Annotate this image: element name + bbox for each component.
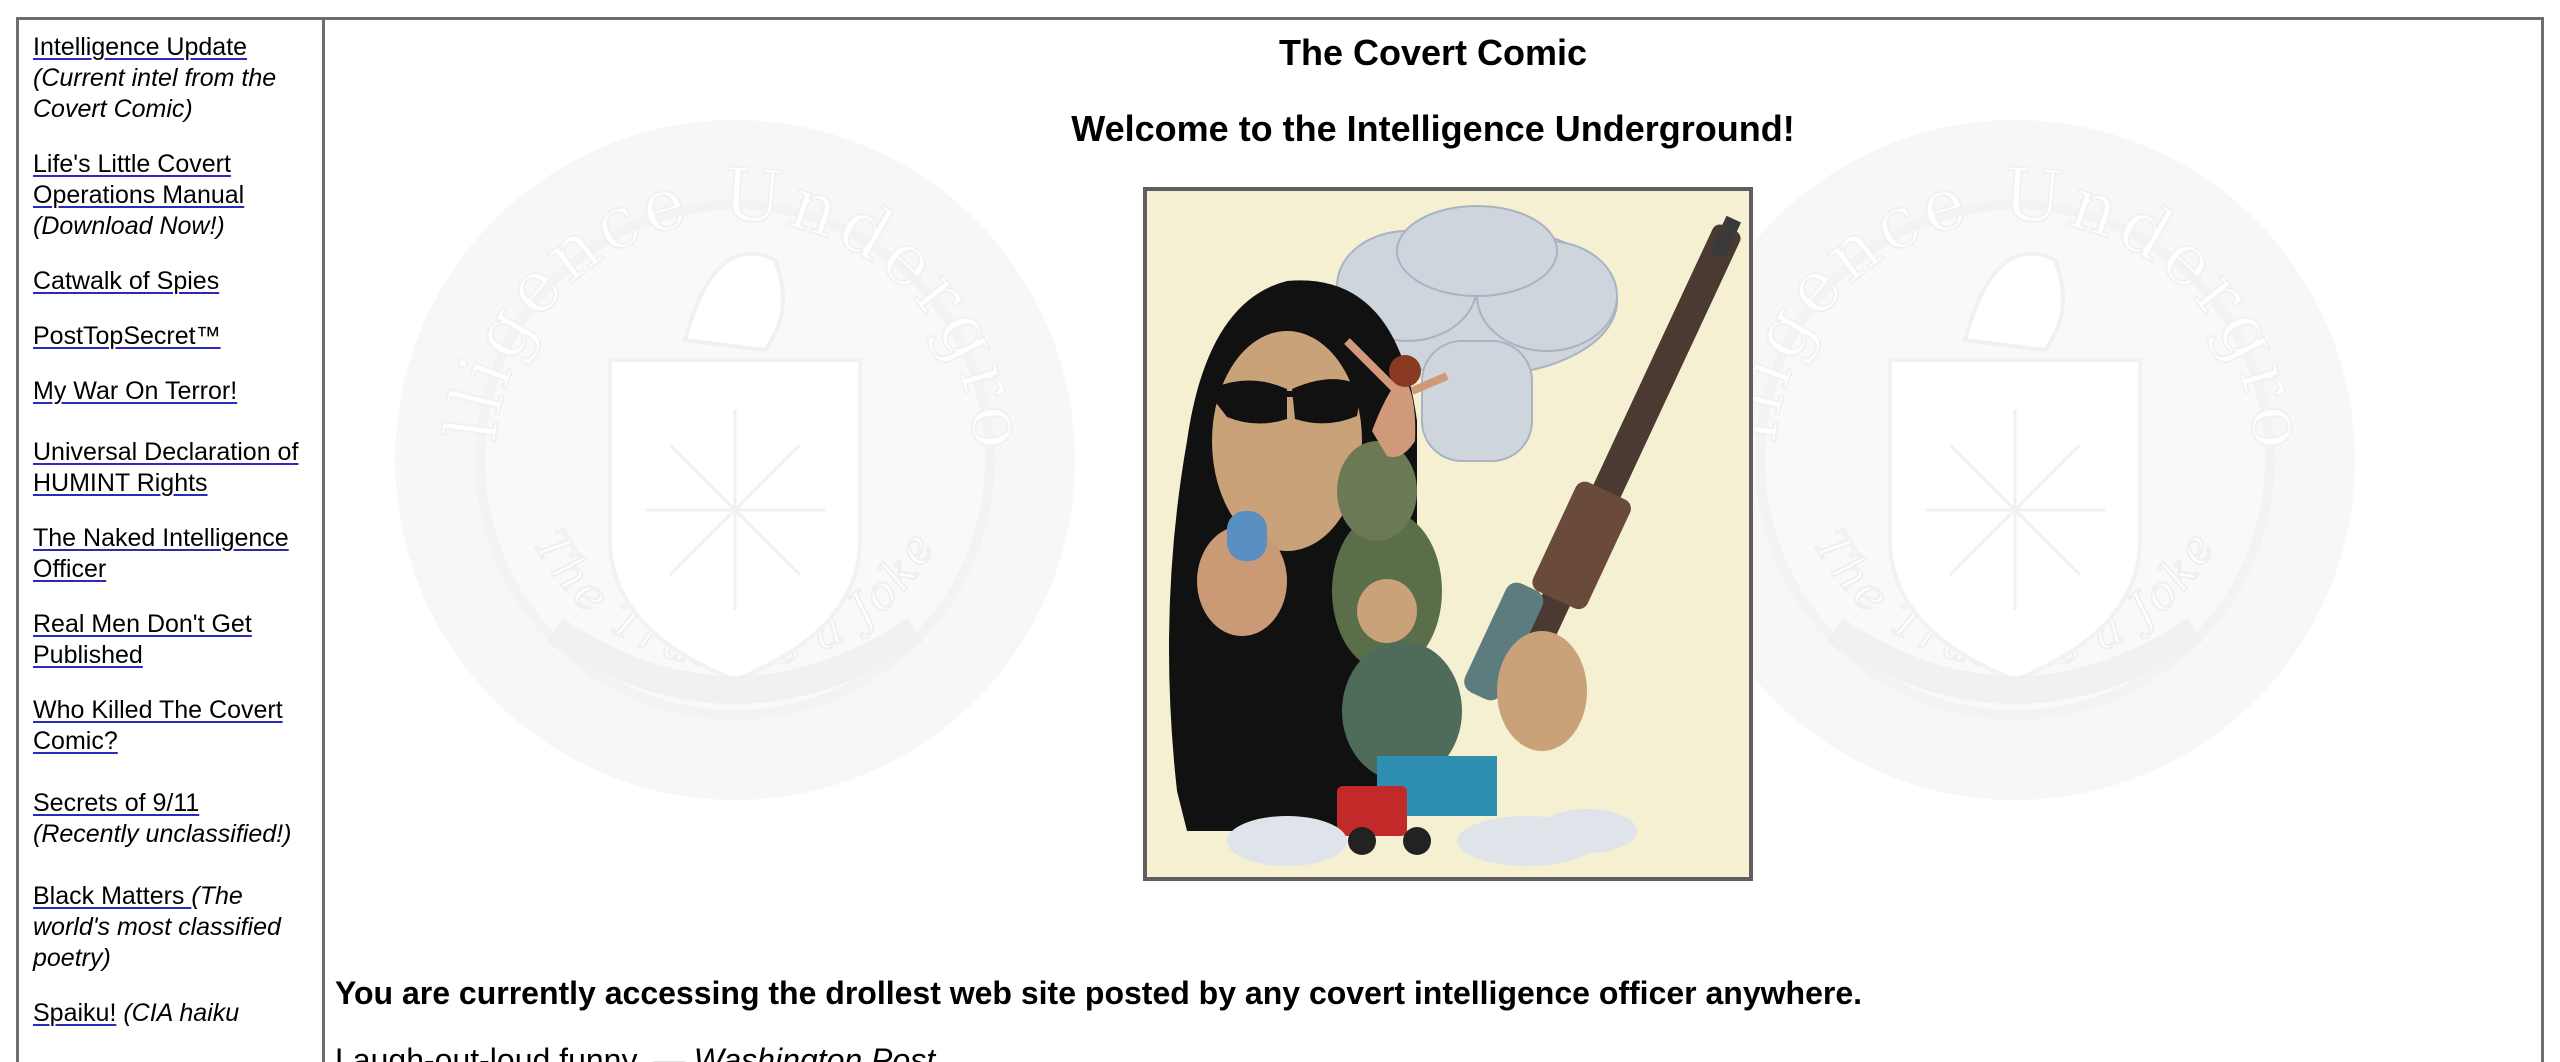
- welcome-heading: Welcome to the Intelligence Underground!: [1071, 108, 1795, 149]
- cia-seal-icon: Intelligence Underground The Truth is a …: [1665, 110, 2355, 800]
- sidebar-item-secrets-of-911: Secrets of 9/11 (Recently unclassified!): [33, 788, 318, 850]
- sidebar-link-war-on-terror[interactable]: My War On Terror!: [33, 377, 237, 405]
- sidebar-item-who-killed: Who Killed The Covert Comic?: [33, 695, 318, 757]
- main-content: Intelligence Underground The Truth is a …: [325, 20, 2541, 1062]
- sidebar-item-catwalk-of-spies: Catwalk of Spies: [33, 266, 318, 297]
- sidebar-link-catwalk-of-spies[interactable]: Catwalk of Spies: [33, 267, 219, 295]
- sidebar-nav: Intelligence Update (Current intel from …: [19, 20, 325, 1062]
- spy-collage-illustration: [1169, 205, 1742, 866]
- hero-image: [1143, 187, 1753, 881]
- site-tagline: You are currently accessing the drollest…: [335, 975, 1863, 1011]
- sidebar-item-black-matters: Black Matters (The world's most classifi…: [33, 881, 318, 974]
- sidebar-item-posttopsecret: PostTopSecret™: [33, 321, 318, 352]
- sidebar-note: (Download Now!): [33, 212, 225, 240]
- page-frame: Intelligence Update (Current intel from …: [16, 17, 2544, 1062]
- sidebar-note: (Current intel from the Covert Comic): [33, 64, 277, 123]
- sidebar-link-secrets-of-911[interactable]: Secrets of 9/11: [33, 789, 199, 817]
- sidebar-link-humint-rights[interactable]: Universal Declaration of HUMINT Rights: [33, 438, 298, 497]
- sidebar-note: (Recently unclassified!): [33, 820, 292, 848]
- sidebar-note: (CIA haiku: [123, 999, 240, 1027]
- sidebar-item-spaiku: Spaiku! (CIA haiku: [33, 998, 318, 1029]
- sidebar-item-operations-manual: Life's Little Covert Operations Manual (…: [33, 149, 318, 242]
- sidebar-item-humint-rights: Universal Declaration of HUMINT Rights: [33, 437, 318, 499]
- cia-seal-icon: Intelligence Underground The Truth is a …: [385, 110, 1075, 800]
- press-quote: Laugh-out-loud funny. — Washington Post: [335, 1040, 935, 1062]
- sidebar-item-naked-intelligence-officer: The Naked Intelligence Officer: [33, 523, 318, 585]
- quote-text: Laugh-out-loud funny. —: [335, 1042, 694, 1062]
- sidebar-link-black-matters[interactable]: Black Matters: [33, 882, 191, 910]
- sidebar-link-spaiku[interactable]: Spaiku!: [33, 999, 116, 1027]
- sidebar-link-posttopsecret[interactable]: PostTopSecret™: [33, 322, 221, 350]
- page-title: The Covert Comic: [1278, 32, 1588, 73]
- quote-source: Washington Post: [693, 1042, 936, 1062]
- sidebar-item-war-on-terror: My War On Terror!: [33, 376, 318, 407]
- sidebar-link-intelligence-update[interactable]: Intelligence Update: [33, 33, 247, 61]
- sidebar-link-real-men[interactable]: Real Men Don't Get Published: [33, 610, 252, 669]
- sidebar-link-who-killed[interactable]: Who Killed The Covert Comic?: [33, 696, 283, 755]
- sidebar-item-intelligence-update: Intelligence Update (Current intel from …: [33, 32, 318, 125]
- sidebar-item-real-men: Real Men Don't Get Published: [33, 609, 318, 671]
- sidebar-link-naked-intelligence-officer[interactable]: The Naked Intelligence Officer: [33, 524, 289, 583]
- sidebar-link-operations-manual[interactable]: Life's Little Covert Operations Manual: [33, 150, 244, 209]
